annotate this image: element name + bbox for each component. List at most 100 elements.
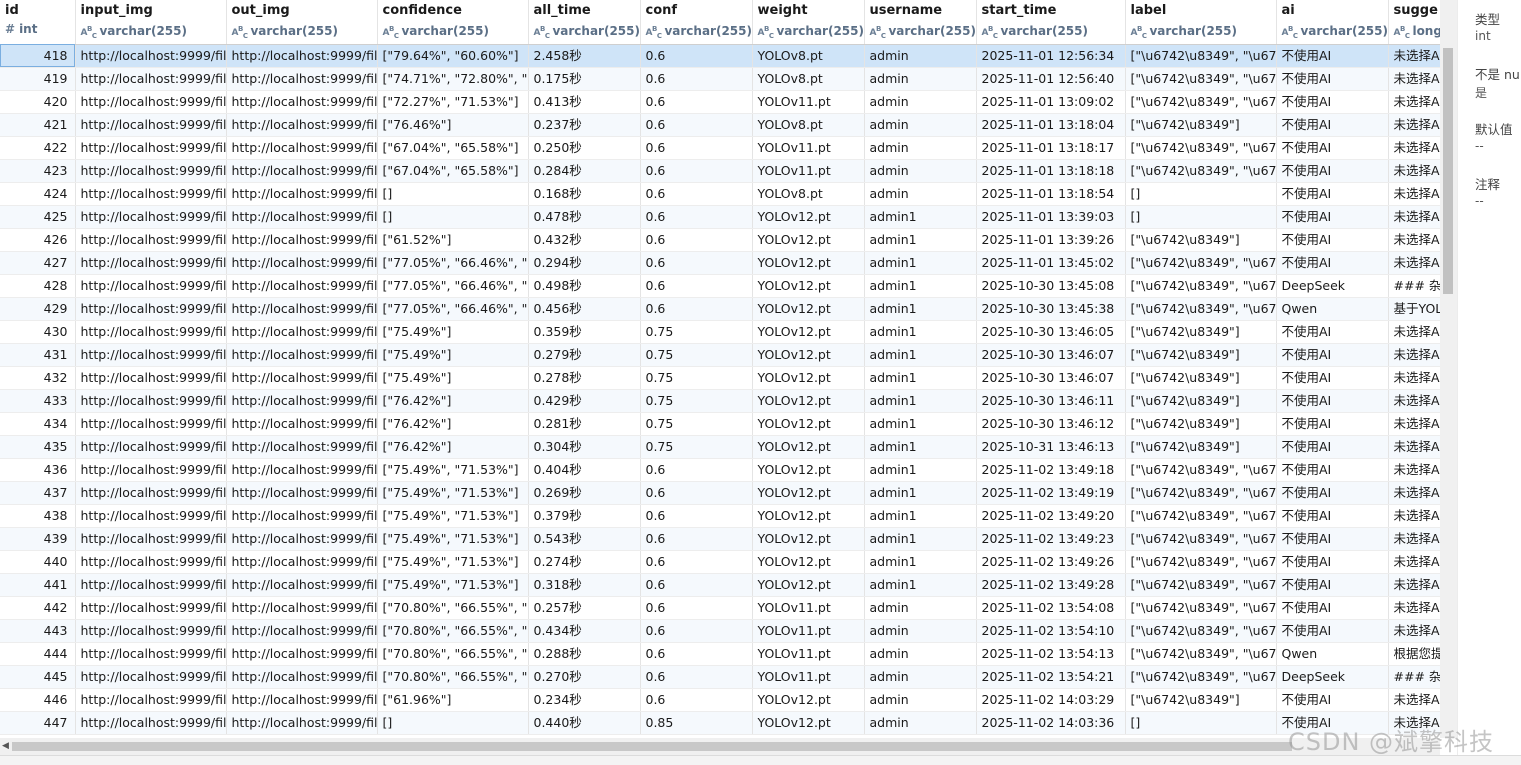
cell-label[interactable]: [] <box>1125 182 1277 206</box>
cell-label[interactable]: ["\u6742\u8349", "\u674 <box>1125 90 1277 114</box>
cell-sugge[interactable]: 未选择A <box>1388 182 1440 206</box>
cell-conf[interactable]: 0.75 <box>640 435 753 459</box>
cell-all_time[interactable]: 0.257秒 <box>528 596 641 620</box>
cell-confidence[interactable]: ["75.49%", "71.53%"] <box>377 527 529 551</box>
cell-label[interactable]: ["\u6742\u8349", "\u674 <box>1125 274 1277 298</box>
table-row[interactable]: 424 http://localhost:9999/file http://loca… <box>0 182 1440 206</box>
cell-username[interactable]: admin1 <box>864 527 977 551</box>
table-row[interactable]: 446 http://localhost:9999/file http://loca… <box>0 688 1440 712</box>
cell-username[interactable]: admin1 <box>864 504 977 528</box>
cell-username[interactable]: admin1 <box>864 573 977 597</box>
cell-out_img[interactable]: http://localhost:9999/file <box>226 711 378 735</box>
table-row[interactable]: 447 http://localhost:9999/file http://loca… <box>0 711 1440 735</box>
cell-out_img[interactable]: http://localhost:9999/file <box>226 504 378 528</box>
cell-conf[interactable]: 0.6 <box>640 481 753 505</box>
cell-input_img[interactable]: http://localhost:9999/file <box>75 136 227 160</box>
vertical-scroll-thumb[interactable] <box>1443 48 1453 294</box>
table-row[interactable]: 419 http://localhost:9999/file http://loca… <box>0 67 1440 91</box>
table-row[interactable]: 421 http://localhost:9999/file http://loca… <box>0 113 1440 137</box>
cell-label[interactable]: ["\u6742\u8349"] <box>1125 688 1277 712</box>
cell-input_img[interactable]: http://localhost:9999/file <box>75 504 227 528</box>
cell-sugge[interactable]: 未选择A <box>1388 550 1440 574</box>
cell-input_img[interactable]: http://localhost:9999/file <box>75 159 227 183</box>
cell-sugge[interactable]: 未选择A <box>1388 343 1440 367</box>
cell-confidence[interactable]: ["61.52%"] <box>377 228 529 252</box>
cell-out_img[interactable]: http://localhost:9999/file <box>226 251 378 275</box>
cell-weight[interactable]: YOLOv12.pt <box>752 688 865 712</box>
cell-input_img[interactable]: http://localhost:9999/file <box>75 67 227 91</box>
cell-start_time[interactable]: 2025-11-01 13:39:03 <box>976 205 1126 229</box>
cell-out_img[interactable]: http://localhost:9999/file <box>226 389 378 413</box>
cell-weight[interactable]: YOLOv12.pt <box>752 320 865 344</box>
cell-weight[interactable]: YOLOv8.pt <box>752 182 865 206</box>
cell-label[interactable]: ["\u6742\u8349"] <box>1125 343 1277 367</box>
cell-out_img[interactable]: http://localhost:9999/file <box>226 90 378 114</box>
cell-confidence[interactable]: ["75.49%"] <box>377 343 529 367</box>
table-row[interactable]: 437 http://localhost:9999/file http://loca… <box>0 481 1440 505</box>
table-row[interactable]: 427 http://localhost:9999/file http://loca… <box>0 251 1440 275</box>
cell-out_img[interactable]: http://localhost:9999/file <box>226 320 378 344</box>
cell-confidence[interactable]: ["75.49%", "71.53%"] <box>377 458 529 482</box>
cell-out_img[interactable]: http://localhost:9999/file <box>226 297 378 321</box>
cell-out_img[interactable]: http://localhost:9999/file <box>226 136 378 160</box>
cell-weight[interactable]: YOLOv11.pt <box>752 619 865 643</box>
cell-input_img[interactable]: http://localhost:9999/file <box>75 596 227 620</box>
cell-start_time[interactable]: 2025-11-02 13:49:28 <box>976 573 1126 597</box>
cell-label[interactable]: ["\u6742\u8349"] <box>1125 412 1277 436</box>
table-row[interactable]: 444 http://localhost:9999/file http://loca… <box>0 642 1440 666</box>
cell-confidence[interactable]: [] <box>377 711 529 735</box>
cell-weight[interactable]: YOLOv11.pt <box>752 136 865 160</box>
cell-weight[interactable]: YOLOv12.pt <box>752 527 865 551</box>
table-row[interactable]: 438 http://localhost:9999/file http://loca… <box>0 504 1440 528</box>
cell-username[interactable]: admin1 <box>864 251 977 275</box>
cell-start_time[interactable]: 2025-11-01 13:18:54 <box>976 182 1126 206</box>
horizontal-scroll-thumb[interactable] <box>12 742 1292 751</box>
cell-input_img[interactable]: http://localhost:9999/file <box>75 688 227 712</box>
cell-confidence[interactable]: ["75.49%"] <box>377 366 529 390</box>
cell-confidence[interactable]: [] <box>377 182 529 206</box>
cell-all_time[interactable]: 0.478秒 <box>528 205 641 229</box>
cell-id[interactable]: 438 <box>0 504 76 528</box>
table-row[interactable]: 430 http://localhost:9999/file http://loca… <box>0 320 1440 344</box>
cell-confidence[interactable]: ["70.80%", "66.55%", "66 <box>377 619 529 643</box>
cell-ai[interactable]: 不使用AI <box>1276 136 1389 160</box>
cell-label[interactable]: [] <box>1125 205 1277 229</box>
cell-all_time[interactable]: 0.543秒 <box>528 527 641 551</box>
cell-input_img[interactable]: http://localhost:9999/file <box>75 389 227 413</box>
table-row[interactable]: 439 http://localhost:9999/file http://loca… <box>0 527 1440 551</box>
cell-sugge[interactable]: 未选择A <box>1388 159 1440 183</box>
cell-username[interactable]: admin1 <box>864 228 977 252</box>
cell-username[interactable]: admin <box>864 90 977 114</box>
cell-id[interactable]: 418 <box>0 44 76 68</box>
cell-out_img[interactable]: http://localhost:9999/file <box>226 182 378 206</box>
cell-start_time[interactable]: 2025-11-02 13:49:26 <box>976 550 1126 574</box>
cell-conf[interactable]: 0.6 <box>640 44 753 68</box>
cell-ai[interactable]: Qwen <box>1276 297 1389 321</box>
table-row[interactable]: 426 http://localhost:9999/file http://loca… <box>0 228 1440 252</box>
cell-weight[interactable]: YOLOv12.pt <box>752 412 865 436</box>
table-row[interactable]: 418 http://localhost:9999/file http://loca… <box>0 44 1440 68</box>
cell-weight[interactable]: YOLOv12.pt <box>752 550 865 574</box>
cell-weight[interactable]: YOLOv8.pt <box>752 113 865 137</box>
cell-sugge[interactable]: 基于YOL <box>1388 297 1440 321</box>
cell-start_time[interactable]: 2025-11-01 12:56:40 <box>976 67 1126 91</box>
cell-weight[interactable]: YOLOv12.pt <box>752 435 865 459</box>
cell-input_img[interactable]: http://localhost:9999/file <box>75 412 227 436</box>
cell-conf[interactable]: 0.6 <box>640 205 753 229</box>
cell-sugge[interactable]: 未选择A <box>1388 251 1440 275</box>
cell-conf[interactable]: 0.6 <box>640 90 753 114</box>
cell-input_img[interactable]: http://localhost:9999/file <box>75 228 227 252</box>
cell-out_img[interactable]: http://localhost:9999/file <box>226 527 378 551</box>
cell-sugge[interactable]: 未选择A <box>1388 67 1440 91</box>
cell-confidence[interactable]: ["76.46%"] <box>377 113 529 137</box>
cell-all_time[interactable]: 0.237秒 <box>528 113 641 137</box>
cell-sugge[interactable]: ### 杂草 <box>1388 665 1440 689</box>
cell-username[interactable]: admin <box>864 642 977 666</box>
column-header-confidence[interactable]: confidence ABC varchar(255) <box>377 0 529 45</box>
column-header-username[interactable]: username ABC varchar(255) <box>864 0 977 45</box>
cell-conf[interactable]: 0.6 <box>640 274 753 298</box>
table-row[interactable]: 428 http://localhost:9999/file http://loca… <box>0 274 1440 298</box>
cell-confidence[interactable]: ["76.42%"] <box>377 389 529 413</box>
cell-all_time[interactable]: 0.434秒 <box>528 619 641 643</box>
cell-ai[interactable]: 不使用AI <box>1276 251 1389 275</box>
